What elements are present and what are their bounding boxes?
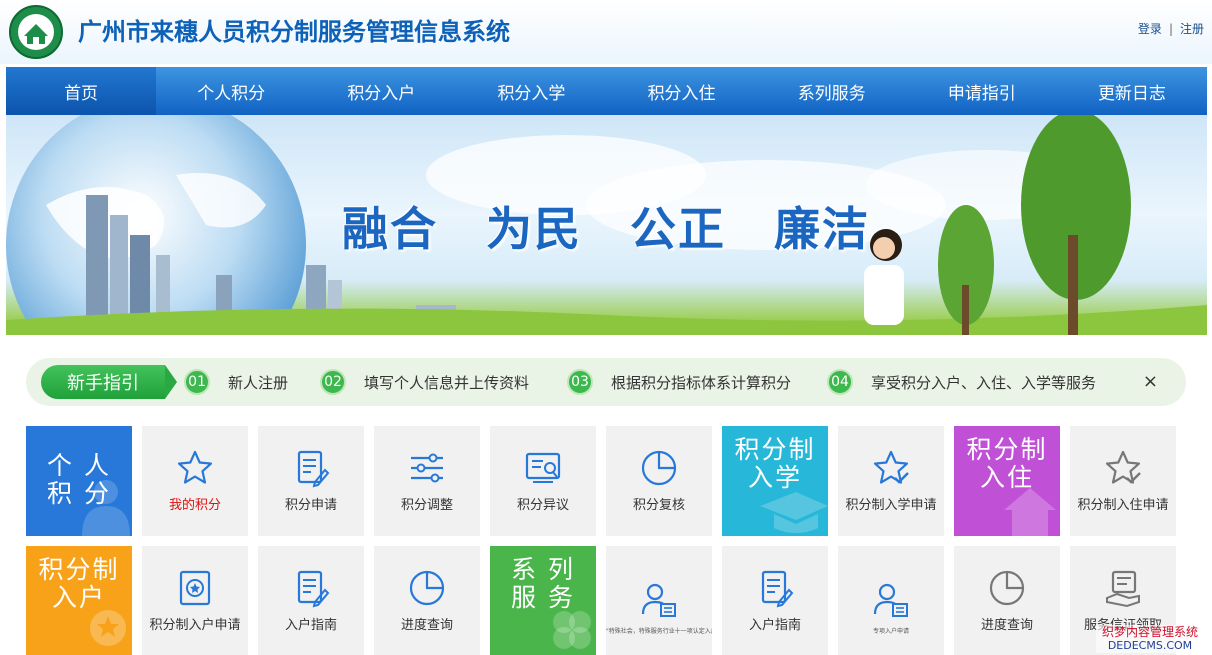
- edit-document-icon: [761, 570, 794, 608]
- tile-my-points[interactable]: 我的积分: [142, 426, 248, 536]
- watermark: 织梦内容管理系统 DEDECMS.COM: [1096, 625, 1204, 653]
- tile-points-adjustment[interactable]: 积分调整: [374, 426, 480, 536]
- tile-household-guide[interactable]: 入户指南: [258, 546, 364, 655]
- guide-step-3[interactable]: 03 根据积分指标体系计算积分: [567, 369, 792, 395]
- graduation-cap-icon: [760, 492, 828, 533]
- tile-points-housing[interactable]: 积分制 入住: [954, 426, 1060, 536]
- tile-special-household-application[interactable]: "特殊社会，特殊服务行业十一项认定入户" 入户申请: [606, 546, 712, 655]
- tile-big-text: 系 列 服 务: [511, 555, 575, 612]
- step-number: 03: [567, 369, 593, 395]
- login-link[interactable]: 登录: [1138, 22, 1162, 36]
- tile-label: 积分申请: [284, 498, 337, 513]
- nav-item-application-guide[interactable]: 申请指引: [907, 67, 1057, 115]
- auth-links: 登录 | 注册: [1138, 20, 1204, 37]
- tile-big-text: 积分制 入学: [734, 435, 816, 492]
- site-logo-icon[interactable]: [6, 4, 66, 60]
- step-label: 填写个人信息并上传资料: [364, 373, 530, 392]
- step-number: 01: [184, 369, 210, 395]
- tile-points-objection[interactable]: 积分异议: [490, 426, 596, 536]
- tile-special-application[interactable]: 专项入户申请: [838, 546, 944, 655]
- guide-step-2[interactable]: 02 填写个人信息并上传资料: [320, 369, 530, 395]
- tile-series-services[interactable]: 系 列 服 务: [490, 546, 596, 655]
- auth-separator: |: [1168, 22, 1173, 36]
- tile-label: 积分异议: [516, 498, 569, 513]
- nav-item-points-housing[interactable]: 积分入住: [607, 67, 757, 115]
- pie-chart-gray-icon: [989, 570, 1025, 606]
- tile-points-application[interactable]: 积分申请: [258, 426, 364, 536]
- nav-item-points-school[interactable]: 积分入学: [456, 67, 606, 115]
- tile-label: 积分复核: [632, 498, 685, 513]
- nav-item-series-services[interactable]: 系列服务: [757, 67, 907, 115]
- main-nav: 首页 个人积分 积分入户 积分入学 积分入住 系列服务 申请指引 更新日志: [6, 67, 1207, 115]
- star-check-icon: [873, 450, 909, 484]
- tile-label: 入户指南: [748, 618, 801, 633]
- tile-personal-points[interactable]: 个 人 积 分: [26, 426, 132, 536]
- edit-document-icon: [297, 570, 330, 608]
- tile-progress-query[interactable]: 进度查询: [374, 546, 480, 655]
- person-document-icon: [873, 583, 908, 617]
- nav-item-changelog[interactable]: 更新日志: [1057, 67, 1207, 115]
- tile-points-school-application[interactable]: 积分制入学申请: [838, 426, 944, 536]
- tile-big-text: 积分制 入户: [38, 555, 120, 612]
- guide-tag: 新手指引: [41, 365, 177, 399]
- banner-slogan: 融合 为民 公正 廉洁: [342, 202, 870, 256]
- objection-document-icon: [525, 452, 561, 483]
- nav-item-home[interactable]: 首页: [6, 67, 157, 115]
- tile-label: 进度查询: [400, 618, 453, 633]
- step-label: 根据积分指标体系计算积分: [611, 373, 792, 392]
- tile-label: 积分调整: [400, 498, 453, 513]
- step-number: 04: [827, 369, 853, 395]
- step-number: 02: [320, 369, 346, 395]
- tile-label: 积分制入学申请: [845, 498, 937, 513]
- badge-document-icon: [179, 570, 211, 606]
- handshake-document-icon: [1106, 570, 1140, 608]
- tile-progress-query-2[interactable]: 进度查询: [954, 546, 1060, 655]
- tile-label: "特殊社会，特殊服务行业十一项认定入户" 入户申请: [606, 628, 712, 635]
- pie-chart-icon: [409, 570, 445, 606]
- tile-points-review[interactable]: 积分复核: [606, 426, 712, 536]
- tile-points-school[interactable]: 积分制 入学: [722, 426, 828, 536]
- tile-points-housing-application[interactable]: 积分制入住申请: [1070, 426, 1176, 536]
- tile-label: 入户指南: [284, 618, 337, 633]
- header: 广州市来穗人员积分制服务管理信息系统 登录 | 注册: [0, 0, 1212, 64]
- tile-household-guide-2[interactable]: 入户指南: [722, 546, 828, 655]
- person-document-icon: [641, 583, 676, 617]
- nav-item-personal-points[interactable]: 个人积分: [156, 67, 306, 115]
- tile-big-text: 积分制 入住: [966, 435, 1048, 492]
- tile-points-household[interactable]: 积分制 入户: [26, 546, 132, 655]
- tile-label: 积分制入户申请: [149, 618, 241, 633]
- edit-document-icon: [297, 450, 330, 488]
- step-label: 享受积分入户、入住、入学等服务: [871, 373, 1097, 392]
- register-link[interactable]: 注册: [1180, 22, 1204, 36]
- beginner-guide-bar: 新手指引 01 新人注册 02 填写个人信息并上传资料 03 根据积分指标体系计…: [26, 358, 1186, 406]
- hero-banner: 融合 为民 公正 廉洁: [6, 115, 1207, 335]
- guide-step-4[interactable]: 04 享受积分入户、入住、入学等服务: [827, 369, 1097, 395]
- close-icon[interactable]: ×: [1143, 371, 1158, 392]
- tile-label: 进度查询: [980, 618, 1033, 633]
- tile-label: 专项入户申请: [872, 628, 909, 635]
- star-icon: [177, 450, 213, 484]
- nav-item-points-household[interactable]: 积分入户: [306, 67, 456, 115]
- sliders-icon: [411, 453, 443, 483]
- tile-big-text: 个 人 积 分: [47, 451, 111, 508]
- guide-step-1[interactable]: 01 新人注册: [184, 369, 289, 395]
- tile-label: 我的积分: [168, 498, 221, 513]
- star-check-outline-icon: [1105, 450, 1141, 484]
- step-label: 新人注册: [228, 373, 289, 392]
- tile-label: 积分制入住申请: [1077, 498, 1169, 513]
- tile-points-household-application[interactable]: 积分制入户申请: [142, 546, 248, 655]
- pie-chart-icon: [641, 450, 677, 486]
- site-title: 广州市来穗人员积分制服务管理信息系统: [78, 18, 510, 46]
